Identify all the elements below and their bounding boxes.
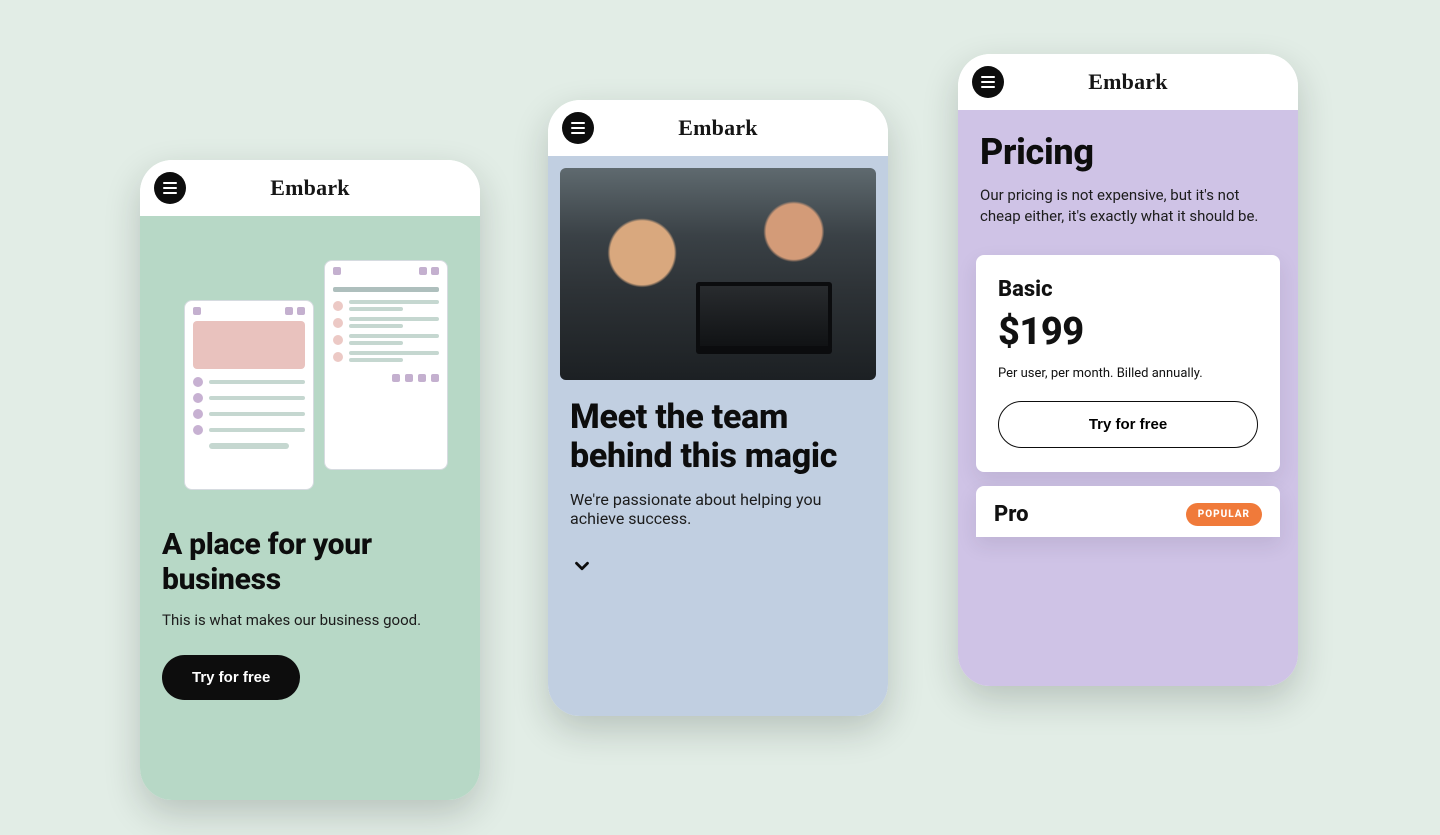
phone3-body: Pricing Our pricing is not expensive, bu… — [958, 110, 1298, 686]
phone2-copy: Meet the team behind this magic We're pa… — [548, 380, 888, 542]
phone1-heading: A place for your business — [162, 528, 458, 597]
mock-screen-right — [324, 260, 448, 470]
tier-price: $199 — [998, 310, 1258, 354]
phone-frame-home: Embark A place fo — [140, 160, 480, 800]
try-for-free-button[interactable]: Try for free — [998, 401, 1258, 448]
brand-logo: Embark — [678, 115, 757, 141]
tier-meta: Per user, per month. Billed annually. — [998, 366, 1258, 381]
phone2-heading: Meet the team behind this magic — [570, 398, 866, 476]
phone1-subheading: This is what makes our business good. — [162, 611, 458, 629]
phone-frame-pricing: Embark Pricing Our pricing is not expens… — [958, 54, 1298, 686]
tier-name: Basic — [998, 277, 1258, 302]
hero-illustration — [140, 216, 480, 516]
pricing-subheading: Our pricing is not expensive, but it's n… — [980, 185, 1276, 227]
topbar: Embark — [140, 160, 480, 216]
pricing-heading: Pricing — [980, 132, 1276, 173]
menu-icon[interactable] — [972, 66, 1004, 98]
mock-screen-left — [184, 300, 314, 490]
phone1-copy: A place for your business This is what m… — [140, 516, 480, 629]
popular-badge: POPULAR — [1186, 503, 1262, 526]
topbar: Embark — [548, 100, 888, 156]
tier-name: Pro — [994, 502, 1029, 527]
menu-icon[interactable] — [562, 112, 594, 144]
phone2-body: Meet the team behind this magic We're pa… — [548, 156, 888, 716]
brand-logo: Embark — [270, 175, 349, 201]
team-photo — [560, 168, 876, 380]
chevron-down-icon[interactable] — [568, 552, 596, 580]
pricing-card-basic: Basic $199 Per user, per month. Billed a… — [976, 255, 1280, 472]
phone2-subheading: We're passionate about helping you achie… — [570, 490, 866, 528]
phone1-body: A place for your business This is what m… — [140, 216, 480, 800]
brand-logo: Embark — [1088, 69, 1167, 95]
try-for-free-button[interactable]: Try for free — [162, 655, 300, 700]
phone3-copy: Pricing Our pricing is not expensive, bu… — [958, 110, 1298, 237]
phone-frame-team: Embark Meet the team behind this magic W… — [548, 100, 888, 716]
topbar: Embark — [958, 54, 1298, 110]
menu-icon[interactable] — [154, 172, 186, 204]
pricing-card-pro: Pro POPULAR — [976, 486, 1280, 537]
